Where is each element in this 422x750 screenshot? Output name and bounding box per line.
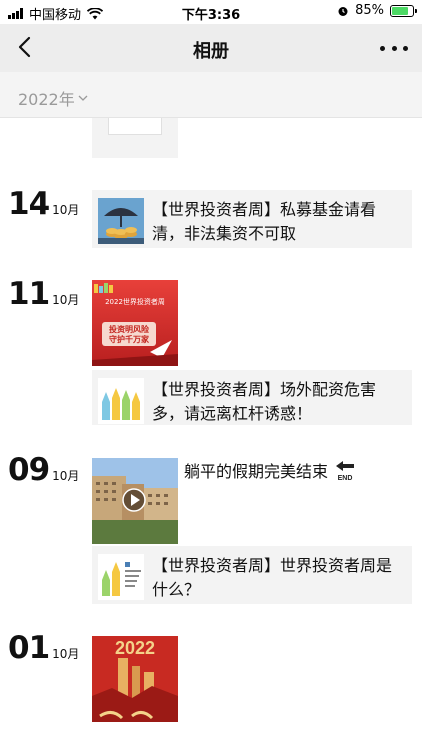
poster-photo[interactable]: 2022世界投资者周 投资明风险 守护千万家 xyxy=(92,280,178,366)
page-title: 相册 xyxy=(193,41,229,62)
battery-percent: 85% xyxy=(355,3,384,18)
poster-line3: 守护千万家 xyxy=(109,334,150,344)
chevron-down-icon xyxy=(78,95,88,101)
status-right: 85% xyxy=(337,3,417,18)
year-label: 2022年 xyxy=(18,90,75,109)
month-label: 10月 xyxy=(52,203,80,217)
article-title: 【世界投资者周】世界投资者周是什么？ xyxy=(152,556,393,599)
poster-year: 2022 xyxy=(115,638,155,658)
national-day-poster: 2022 xyxy=(92,636,178,722)
previous-photo-thumbnail[interactable] xyxy=(92,118,178,158)
video-caption-row: 躺平的假期完美结束 END xyxy=(184,458,356,482)
month-label: 10月 xyxy=(52,647,80,661)
date-label: 01 10月 xyxy=(8,630,79,666)
more-dots-icon[interactable] xyxy=(380,38,408,58)
poster-line2: 投资明风险 xyxy=(109,324,150,334)
investor-week-poster: 2022世界投资者周 投资明风险 守护千万家 xyxy=(92,280,178,366)
day-number: 14 xyxy=(8,186,50,222)
building-video-thumbnail xyxy=(92,458,178,544)
investor-week-logo xyxy=(98,378,144,424)
poster-line1: 2022世界投资者周 xyxy=(105,297,165,306)
alarm-icon xyxy=(338,6,348,16)
date-label: 11 10月 xyxy=(8,276,79,312)
month-label: 10月 xyxy=(52,293,80,307)
end-arrow-icon: END xyxy=(336,461,355,481)
shared-article[interactable]: 【世界投资者周】世界投资者周是什么？ xyxy=(92,546,412,604)
day-number: 01 xyxy=(8,630,50,666)
svg-text:END: END xyxy=(338,475,353,481)
date-label: 09 10月 xyxy=(8,452,79,488)
year-filter-bar: 2022年 xyxy=(0,72,422,118)
article-title: 【世界投资者周】场外配资危害多，请远离杠杆诱惑！ xyxy=(152,380,377,423)
day-number: 11 xyxy=(8,276,50,312)
video-thumbnail[interactable] xyxy=(92,458,178,544)
shared-article[interactable]: 【世界投资者周】场外配资危害多，请远离杠杆诱惑！ xyxy=(92,370,412,425)
shared-article[interactable]: 【世界投资者周】私募基金请看清，非法集资不可取 xyxy=(92,190,412,248)
poster-photo[interactable]: 2022 xyxy=(92,636,178,722)
status-bar: 中国移动 下午3:36 85% xyxy=(0,0,422,24)
coins-umbrella-thumbnail xyxy=(98,198,144,244)
chevron-left-icon[interactable] xyxy=(14,34,38,60)
video-caption: 躺平的假期完美结束 xyxy=(184,462,329,481)
day-number: 09 xyxy=(8,452,50,488)
date-label: 14 10月 xyxy=(8,186,79,222)
article-title: 【世界投资者周】私募基金请看清，非法集资不可取 xyxy=(152,200,377,243)
nav-bar: 相册 xyxy=(0,24,422,72)
month-label: 10月 xyxy=(52,469,80,483)
album-timeline[interactable]: 14 10月 【世界投资者周】私募基金请看清，非法集资不可取 11 10月 20… xyxy=(0,118,422,750)
year-filter[interactable]: 2022年 xyxy=(18,86,88,110)
battery-icon xyxy=(390,4,417,17)
battery-fill xyxy=(392,6,408,15)
investor-week-logo xyxy=(98,554,144,600)
